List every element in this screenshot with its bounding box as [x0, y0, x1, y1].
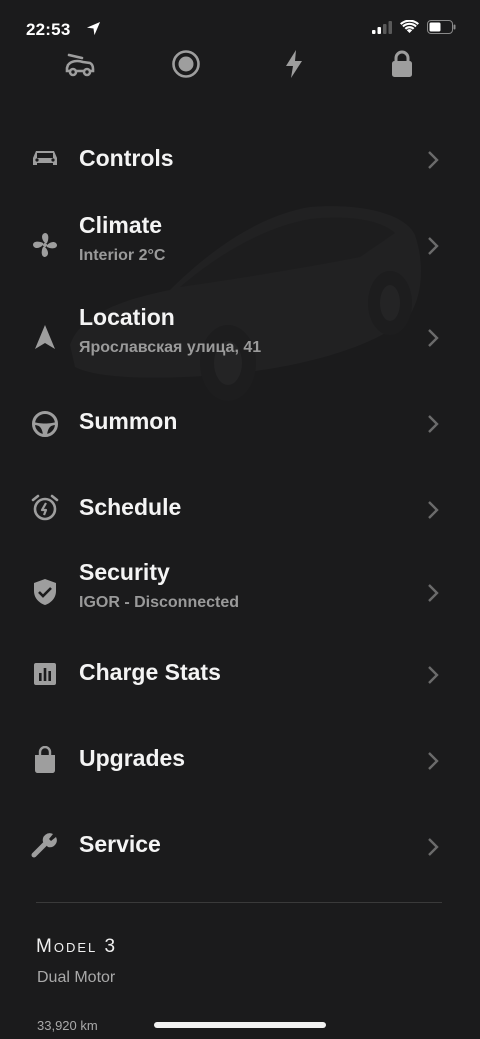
- charge-icon[interactable]: [276, 46, 312, 82]
- lock-icon[interactable]: [384, 46, 420, 82]
- menu-item-title: Upgrades: [79, 745, 186, 771]
- menu-item-summon[interactable]: Summon: [0, 373, 480, 459]
- location-services-icon: [86, 21, 101, 41]
- menu-item-title: Controls: [79, 145, 174, 171]
- steering-wheel-icon: [30, 409, 60, 439]
- vehicle-menu: Controls Climate Interior 2°C Location Я…: [0, 115, 480, 889]
- fan-icon: [30, 230, 60, 260]
- frunk-icon[interactable]: [62, 46, 98, 82]
- chevron-right-icon: [428, 838, 439, 856]
- chevron-right-icon: [428, 752, 439, 770]
- wifi-icon: [400, 19, 419, 39]
- menu-item-controls[interactable]: Controls: [0, 115, 480, 201]
- chevron-right-icon: [428, 329, 439, 347]
- menu-item-title: Charge Stats: [79, 659, 221, 685]
- battery-icon: [427, 20, 456, 39]
- menu-item-climate[interactable]: Climate Interior 2°C: [0, 201, 480, 287]
- menu-item-title: Location: [79, 304, 175, 330]
- menu-item-title: Security: [79, 559, 170, 585]
- cellular-signal-icon: [372, 20, 392, 39]
- status-bar: 22:53: [0, 0, 480, 44]
- shield-check-icon: [30, 577, 60, 607]
- chevron-right-icon: [428, 584, 439, 602]
- chevron-right-icon: [428, 415, 439, 433]
- record-icon[interactable]: [168, 46, 204, 82]
- divider: [36, 902, 442, 903]
- chevron-right-icon: [428, 501, 439, 519]
- chevron-right-icon: [428, 666, 439, 684]
- alarm-clock-icon: [30, 493, 60, 523]
- odometer-reading: 33,920 km: [37, 1018, 98, 1033]
- navigation-arrow-icon: [30, 322, 60, 352]
- menu-item-title: Summon: [79, 408, 178, 434]
- menu-item-title: Climate: [79, 212, 163, 238]
- menu-item-location[interactable]: Location Ярославская улица, 41: [0, 287, 480, 373]
- vehicle-variant: Dual Motor: [37, 969, 116, 986]
- menu-item-subtitle: IGOR - Disconnected: [79, 594, 240, 611]
- menu-item-title: Service: [79, 831, 161, 857]
- chevron-right-icon: [428, 237, 439, 255]
- menu-item-charge-stats[interactable]: Charge Stats: [0, 631, 480, 717]
- wrench-icon: [30, 830, 60, 860]
- menu-item-upgrades[interactable]: Upgrades: [0, 717, 480, 803]
- menu-item-title: Schedule: [79, 494, 182, 520]
- quick-actions-bar: [0, 46, 480, 82]
- vehicle-model-name: Model 3: [36, 936, 118, 957]
- menu-item-schedule[interactable]: Schedule: [0, 459, 480, 545]
- menu-item-subtitle: Interior 2°C: [79, 247, 166, 264]
- car-icon: [30, 143, 60, 173]
- bar-chart-icon: [30, 659, 60, 689]
- menu-item-subtitle: Ярославская улица, 41: [79, 339, 262, 356]
- home-indicator[interactable]: [154, 1022, 326, 1028]
- menu-item-service[interactable]: Service: [0, 803, 480, 889]
- shopping-bag-icon: [30, 745, 60, 775]
- status-time: 22:53: [26, 20, 71, 39]
- menu-item-security[interactable]: Security IGOR - Disconnected: [0, 545, 480, 631]
- chevron-right-icon: [428, 151, 439, 169]
